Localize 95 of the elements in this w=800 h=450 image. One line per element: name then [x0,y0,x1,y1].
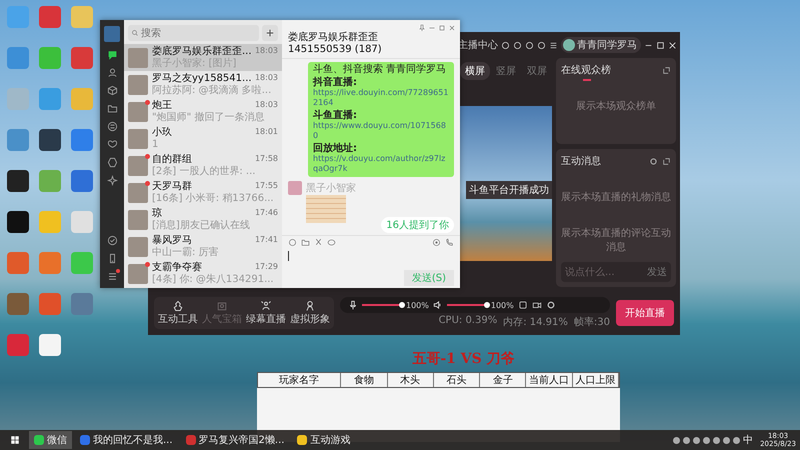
toolbar-circle-icon[interactable] [513,40,522,50]
message-link[interactable]: https://v.douyu.com/author/z97lzqaOgr7k [313,154,449,174]
emoji-icon[interactable] [288,238,297,247]
scissors-icon[interactable] [314,238,323,247]
menu-icon[interactable] [106,271,118,282]
tool-button[interactable]: 互动工具 [157,300,199,326]
message-label: 斗鱼直播: [313,111,358,121]
desktop-app-icon[interactable] [7,211,29,233]
conversation-item[interactable]: 自的群组 17:58 [2条] 一股人的世界: ... [124,152,282,180]
taskbar-item[interactable]: 微信 [29,431,72,449]
menu-icon[interactable] [549,40,558,50]
column-header: 人口上限 [572,373,619,387]
layout-tab[interactable]: 横屏 [460,62,490,80]
text-cursor [288,251,289,261]
empty-hint: 展示本场直播的礼物消息 [561,190,671,204]
username: 青青同学罗马 [577,38,637,52]
empty-hint: 展示本场直播的评论互动消息 [561,226,671,254]
phone-icon[interactable] [445,238,454,247]
taskbar-item[interactable]: 互动游戏 [292,431,356,449]
add-button[interactable] [262,25,278,41]
tool-button[interactable]: 绿幕直播 [245,300,287,326]
group-avatar-icon [128,48,148,68]
search-icon [131,29,139,37]
plus-icon [266,29,274,37]
toolbar-circle-icon[interactable] [501,40,510,50]
box-icon [216,300,228,312]
toolbar-circle-icon[interactable] [537,40,546,50]
live-icon[interactable] [432,238,441,247]
desktop-app-icon[interactable] [39,129,61,151]
performance-stat: CPU: 0.39% [438,315,498,328]
conversation-item[interactable]: 暴风罗马 17:41 中山一霸: 厉害 [124,234,282,261]
column-header: 食物 [341,373,388,387]
hexagon-icon[interactable] [106,157,118,168]
microphone-icon[interactable] [348,300,358,310]
sender-avatar-icon [288,181,302,195]
performance-stat: 内存: 14.91% [503,316,568,329]
message-link[interactable]: https://live.douyin.com/772896512164 [313,88,449,108]
group-avatar-icon [128,210,148,230]
panel-title: 互动消息 [561,154,602,168]
taskbar-item[interactable]: 我的回忆不是我... [75,431,178,449]
user-chip[interactable]: 青青同学罗马 [561,37,641,53]
volume-reading: 100% [406,300,429,310]
pin-icon[interactable] [418,24,426,32]
search-field[interactable]: 搜索 [128,25,259,41]
conversation-item[interactable]: 天罗马群 17:55 [16条] 小米哥: 稍13766... [124,180,282,207]
message-label: 抖音直播: [313,78,358,88]
column-header: 玩家名字 [258,373,342,387]
chat-title: 娄底罗马娱乐群歪歪1451550539 (187) [288,30,383,55]
conversation-item[interactable]: 小玖 18:01 1 [124,125,282,152]
sender-name: 黑子小智家 [306,182,356,195]
column-header: 当前人口 [526,373,573,387]
toast-message: 斗鱼平台开播成功 [466,181,552,199]
avatar-icon [563,39,575,51]
speaker-icon[interactable] [432,300,443,310]
conversation-item[interactable]: 罗马之友yy158541... 18:03 阿拉苏阿: @我滴滴 多啦... [124,71,282,98]
conversation-item[interactable]: 支霸争夺赛 17:29 [4条] 你: @朱八134291... [124,260,282,288]
column-header: 金子 [480,373,526,387]
spreadsheet-image [306,195,346,223]
conversation-item[interactable]: 炮王 18:03 "炮国师" 撤回了一条消息 [124,98,282,126]
camera-icon[interactable] [532,300,542,310]
column-header: 石头 [434,373,480,387]
toolbar-circle-icon[interactable] [525,40,534,50]
panel-title: 在线观众榜 [561,64,612,77]
match-title: 五哥-1 VS 刀爷 [411,350,516,368]
tool-button[interactable]: 虚拟形象 [289,300,331,326]
contacts-icon[interactable] [106,67,118,78]
performance-stat: 帧率:30 [574,316,610,329]
group-avatar-icon [128,74,148,95]
group-avatar-icon [128,237,148,258]
desktop-app-icon[interactable] [39,334,61,356]
check-icon[interactable] [106,235,118,246]
popout-icon[interactable] [662,156,671,166]
search-input[interactable]: 搜索 [141,28,256,38]
figure-icon [304,300,316,312]
message-link[interactable]: https://www.douyu.com/10715680 [313,121,449,141]
taskbar-item[interactable]: 罗马复兴帝国2懒... [180,431,290,449]
folder-icon[interactable] [106,103,118,114]
chat-bubble-icon[interactable] [327,238,336,247]
group-avatar-icon [128,128,148,149]
conversation-item[interactable]: 琼 17:46 [消息]朋友已确认在线 [124,206,282,234]
sparkle-icon[interactable] [106,175,118,186]
start-stream-button[interactable]: 开始直播 [616,300,674,326]
column-header: 木头 [388,373,434,387]
cube-icon[interactable] [106,85,118,96]
empty-hint: 展示本场观众榜单 [575,100,657,113]
folder-icon[interactable] [301,238,310,247]
desktop-app-icon[interactable] [7,170,29,192]
volume-reading: 100% [490,300,514,310]
message-text: 斗鱼、抖音搜索 青青同学罗马 [313,65,448,75]
chat-icon[interactable] [106,49,118,60]
popout-icon[interactable] [662,66,671,74]
input-method-indicator[interactable]: 中 [743,433,754,447]
message-label: 回放地址: [313,144,358,154]
start-icon[interactable] [10,435,20,445]
person-frame-icon [260,300,272,312]
